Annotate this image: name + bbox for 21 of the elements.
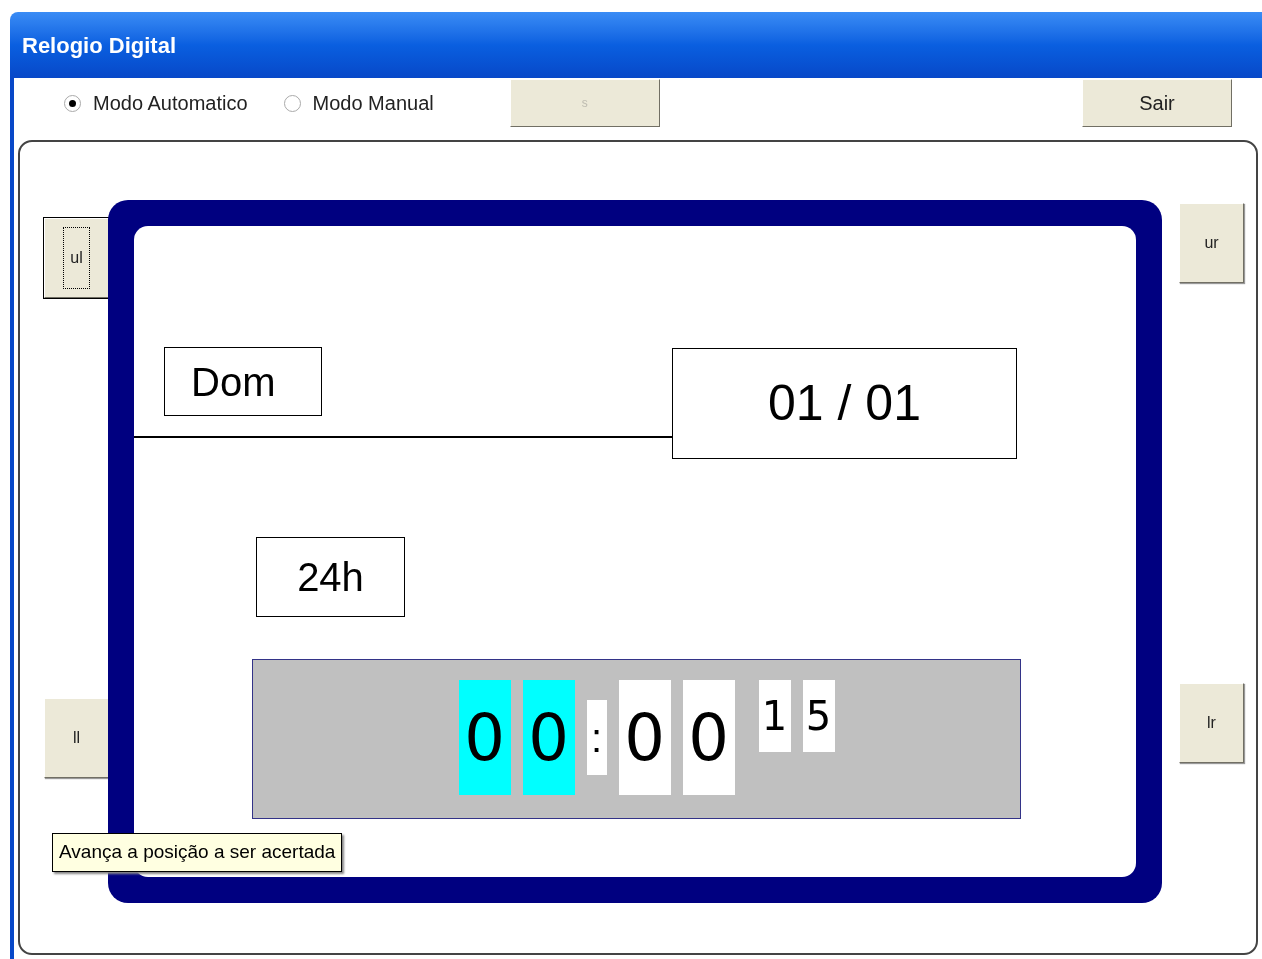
side-button[interactable]: ul: [44, 218, 109, 298]
toolbar-button[interactable]: Sair: [1082, 79, 1232, 127]
radio-label: Modo Automatico: [93, 91, 248, 116]
clock-digit: 1: [758, 680, 791, 752]
clock-digit: 0: [618, 680, 671, 795]
clock-separator: :: [586, 700, 607, 775]
tooltip: Avança a posição a ser acertada: [52, 833, 343, 872]
radio-button[interactable]: [283, 94, 301, 112]
clock-digit: 0: [522, 680, 575, 795]
side-button[interactable]: lr: [1179, 683, 1244, 763]
day-box: Dom: [164, 347, 322, 416]
clock-digit: 0: [458, 680, 511, 795]
side-button[interactable]: ll: [44, 698, 109, 778]
clock-digit: 0: [682, 680, 735, 795]
clock-digit: 5: [802, 680, 835, 752]
window-title: Relogio Digital: [22, 31, 176, 60]
format-box: 24h: [256, 537, 405, 617]
side-button[interactable]: ur: [1179, 203, 1244, 283]
date-box: 01 / 01: [672, 348, 1017, 459]
radio-button[interactable]: [64, 94, 81, 112]
radio-label: Modo Manual: [312, 91, 434, 116]
